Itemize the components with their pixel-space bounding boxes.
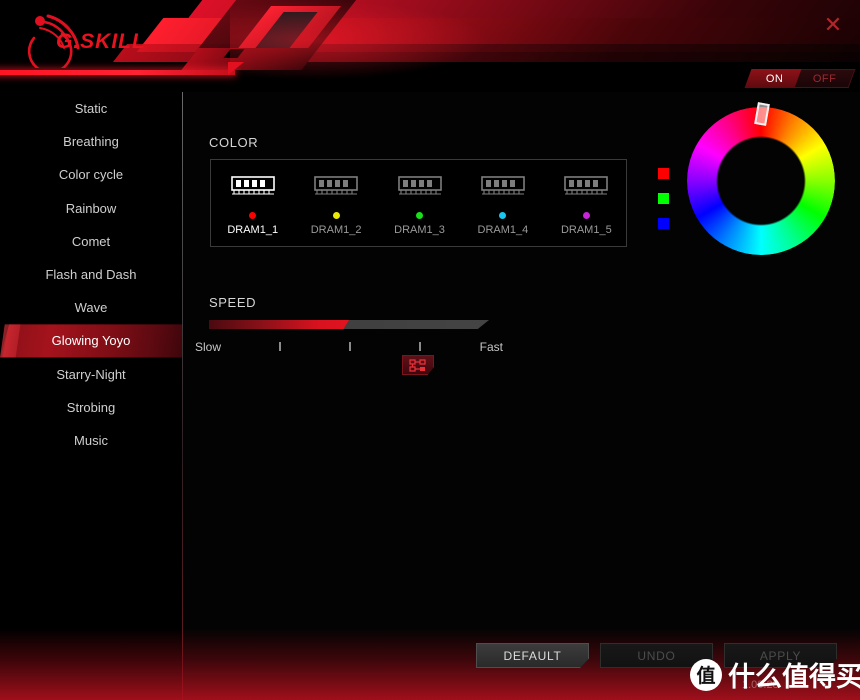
dram-module-label: DRAM1_4 bbox=[477, 224, 529, 236]
sidebar-item-flash-and-dash[interactable]: Flash and Dash bbox=[0, 258, 182, 291]
sidebar-item-label: Static bbox=[74, 101, 108, 117]
header-block-3 bbox=[252, 12, 318, 52]
sidebar-item-static[interactable]: Static bbox=[0, 92, 182, 125]
sidebar-item-label: Color cycle bbox=[58, 167, 124, 183]
sidebar-item-label: Glowing Yoyo bbox=[51, 333, 131, 349]
sidebar-item-color-cycle[interactable]: Color cycle bbox=[0, 158, 182, 191]
sidebar-item-glowing-yoyo[interactable]: Glowing Yoyo bbox=[0, 324, 182, 357]
rgb-swatch-list bbox=[658, 168, 670, 243]
green-swatch[interactable] bbox=[658, 193, 669, 204]
toggle-off-label: OFF bbox=[812, 72, 837, 85]
dram-module-color-dot bbox=[499, 212, 507, 219]
sidebar-item-label: Flash and Dash bbox=[45, 267, 137, 283]
dram-module-color-dot bbox=[332, 212, 340, 219]
gskill-logo: G.SKILL bbox=[18, 8, 178, 68]
effect-mode-sidebar: Static Breathing Color cycle Rainbow Comet Fl… bbox=[0, 92, 182, 700]
memory-module-icon bbox=[230, 174, 276, 203]
dram-module-2[interactable]: DRAM1_2 bbox=[294, 160, 377, 248]
header-band-1 bbox=[182, 0, 860, 26]
dram-module-4[interactable]: DRAM1_4 bbox=[461, 160, 544, 248]
memory-module-icon bbox=[480, 174, 526, 203]
dram-module-3[interactable]: DRAM1_3 bbox=[378, 160, 461, 248]
blue-swatch[interactable] bbox=[658, 218, 669, 229]
svg-text:G.SKILL: G.SKILL bbox=[56, 30, 146, 53]
dram-module-label: DRAM1_3 bbox=[394, 224, 445, 236]
gskill-trident-z-lighting-control-window: G.SKILL ✕ ON OFF Static Breathing Color cy… bbox=[0, 0, 860, 700]
sidebar-item-starry-night[interactable]: Starry-Night bbox=[0, 358, 182, 391]
dram-module-color-dot bbox=[582, 212, 590, 219]
header-glow bbox=[230, 0, 490, 80]
dram-module-1[interactable]: DRAM1_1 bbox=[211, 160, 294, 248]
sidebar-item-rainbow[interactable]: Rainbow bbox=[0, 192, 182, 225]
sidebar-item-wave[interactable]: Wave bbox=[0, 291, 182, 324]
hue-wheel[interactable] bbox=[687, 107, 835, 255]
sidebar-item-label: Wave bbox=[74, 300, 108, 316]
memory-module-icon bbox=[397, 174, 443, 203]
dram-module-color-dot bbox=[249, 212, 257, 219]
dram-module-label: DRAM1_1 bbox=[227, 224, 279, 236]
dram-module-5[interactable]: DRAM1_5 bbox=[545, 160, 628, 248]
memory-module-icon bbox=[563, 174, 609, 203]
sidebar-item-label: Rainbow bbox=[65, 200, 117, 216]
sidebar-item-label: Strobing bbox=[66, 399, 116, 415]
speed-fast-label: Fast bbox=[479, 340, 503, 354]
dram-module-color-dot bbox=[416, 212, 424, 219]
sidebar-item-strobing[interactable]: Strobing bbox=[0, 391, 182, 424]
sidebar-item-label: Comet bbox=[71, 233, 111, 249]
lighting-power-toggle[interactable]: ON OFF bbox=[744, 69, 856, 88]
apply-button: APPLY bbox=[724, 643, 837, 668]
color-section-label: COLOR bbox=[209, 135, 259, 150]
speed-slider[interactable]: Slow Fast bbox=[195, 320, 503, 360]
header-block-1 bbox=[187, 0, 363, 62]
sidebar-item-music[interactable]: Music bbox=[0, 424, 182, 457]
link-nodes-icon bbox=[409, 358, 427, 372]
memory-module-icon bbox=[313, 174, 359, 203]
toggle-off-option[interactable]: OFF bbox=[794, 69, 856, 88]
title-bar: G.SKILL ✕ ON OFF bbox=[0, 0, 860, 92]
header-underline bbox=[0, 70, 235, 75]
close-icon[interactable]: ✕ bbox=[818, 10, 848, 40]
speed-slow-label: Slow bbox=[195, 340, 222, 354]
dram-module-label: DRAM1_2 bbox=[310, 224, 362, 236]
sidebar-item-breathing[interactable]: Breathing bbox=[0, 125, 182, 158]
undo-button: UNDO bbox=[600, 643, 713, 668]
header-band-2 bbox=[136, 18, 860, 52]
header-block-2 bbox=[228, 6, 342, 60]
sidebar-item-comet[interactable]: Comet bbox=[0, 225, 182, 258]
dram-module-selector: DRAM1_1 DRAM1_2 DRAM1_3 DRAM1_4 DRAM1_5 bbox=[210, 159, 627, 247]
color-wheel-picker[interactable] bbox=[687, 102, 847, 267]
sidebar-item-label: Breathing bbox=[63, 134, 119, 150]
header-block-5 bbox=[223, 49, 245, 58]
toggle-on-label: ON bbox=[765, 72, 784, 85]
red-swatch[interactable] bbox=[658, 168, 669, 179]
sidebar-item-label: Starry-Night bbox=[56, 366, 126, 382]
speed-slider-labels: Slow Fast bbox=[195, 340, 503, 354]
default-button[interactable]: DEFAULT bbox=[476, 643, 589, 668]
speed-slider-fill bbox=[209, 320, 349, 329]
version-label: 1.00.28 bbox=[742, 679, 779, 691]
header-band-3 bbox=[112, 44, 860, 62]
main-panel: COLOR DRAM1_1 DRAM1_2 DRAM1_3 DRAM1_4 DRAM1_… bbox=[183, 92, 860, 700]
header-underline-tip bbox=[228, 62, 244, 75]
sidebar-item-label: Music bbox=[74, 432, 108, 448]
dram-module-label: DRAM1_5 bbox=[560, 224, 612, 236]
speed-section-label: SPEED bbox=[209, 295, 257, 310]
header-block-4 bbox=[181, 48, 319, 70]
